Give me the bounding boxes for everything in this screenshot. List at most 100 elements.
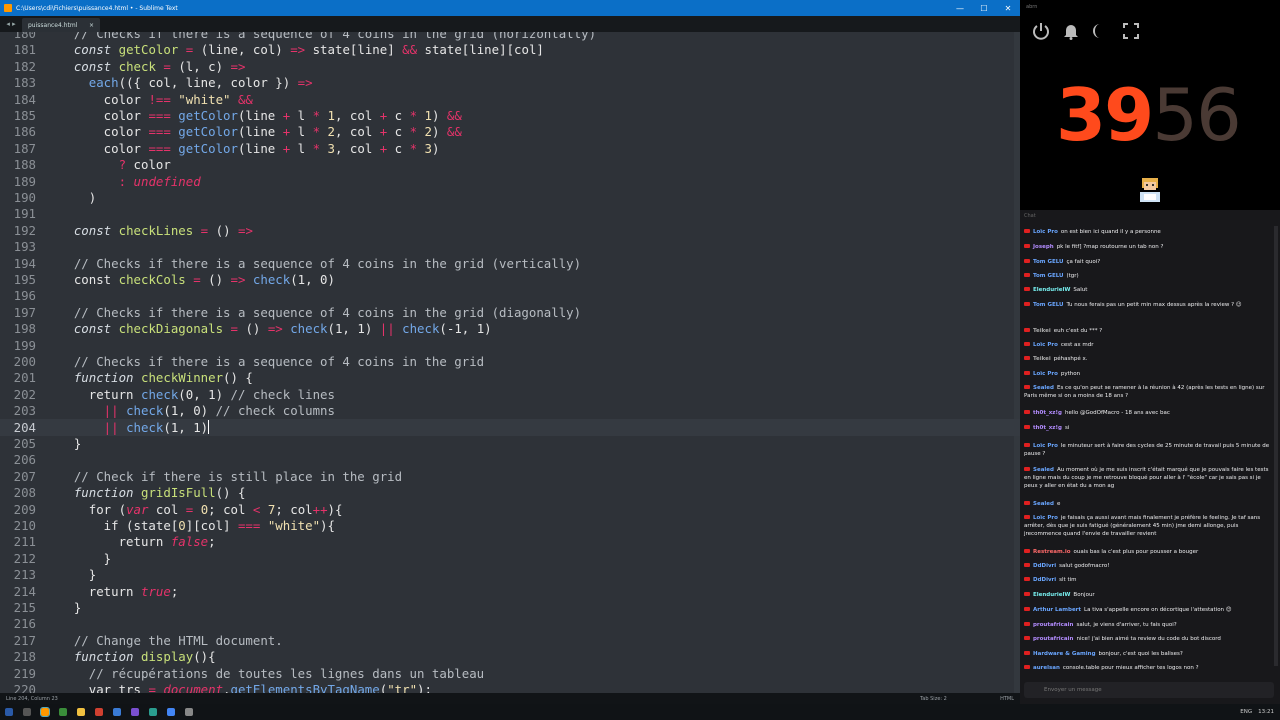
taskbar: ENG 13:21 — [0, 704, 1280, 720]
app-icon-5[interactable] — [149, 708, 157, 716]
code-line[interactable]: 184 color !== "white" && — [0, 91, 1020, 108]
code-line[interactable]: 186 color === getColor(line + l * 2, col… — [0, 123, 1020, 140]
code-line[interactable]: 218 function display(){ — [0, 648, 1020, 665]
chat-message: Sealed e — [1024, 500, 1274, 508]
code-line[interactable]: 193 — [0, 238, 1020, 255]
chat-username[interactable]: Loïc Pro — [1033, 371, 1058, 377]
code-line[interactable]: 194 // Checks if there is a sequence of … — [0, 255, 1020, 272]
clock[interactable]: 13:21 — [1258, 709, 1274, 715]
code-line[interactable]: 206 — [0, 451, 1020, 468]
code-line[interactable]: 213 } — [0, 566, 1020, 583]
chat-username[interactable]: Joseph — [1033, 244, 1054, 250]
chat-username[interactable]: proutafricain — [1033, 636, 1073, 642]
minimize-button[interactable]: — — [948, 4, 972, 13]
bell-icon[interactable] — [1062, 22, 1080, 40]
code-line[interactable]: 210 if (state[0][col] === "white"){ — [0, 517, 1020, 534]
chat-username[interactable]: Tom GELU — [1033, 273, 1064, 279]
code-token: ){ — [327, 501, 343, 517]
code-line[interactable]: 203 || check(1, 0) // check columns — [0, 402, 1020, 419]
code-line[interactable]: 188 ? color — [0, 156, 1020, 173]
app-icon-6[interactable] — [185, 708, 193, 716]
code-line[interactable]: 205 } — [0, 435, 1020, 452]
code-line[interactable]: 192 const checkLines = () => — [0, 222, 1020, 239]
code-line[interactable]: 191 — [0, 205, 1020, 222]
code-line[interactable]: 199 — [0, 337, 1020, 354]
code-line[interactable]: 215 } — [0, 599, 1020, 616]
code-line[interactable]: 185 color === getColor(line + l * 1, col… — [0, 107, 1020, 124]
code-line[interactable]: 214 return true; — [0, 583, 1020, 600]
chat-username[interactable]: Tom GELU — [1033, 302, 1064, 308]
code-line[interactable]: 182 const check = (l, c) => — [0, 58, 1020, 75]
code-line[interactable]: 201 function checkWinner() { — [0, 369, 1020, 386]
code-line[interactable]: 196 — [0, 287, 1020, 304]
chat-username[interactable]: Loïc Pro — [1033, 342, 1058, 348]
code-line[interactable]: 212 } — [0, 550, 1020, 567]
code-line[interactable]: 204 || check(1, 1) — [0, 418, 1020, 436]
chat-username[interactable]: DdDivri — [1033, 577, 1056, 583]
chat-username[interactable]: Tom GELU — [1033, 259, 1064, 265]
app-icon-3[interactable] — [113, 708, 121, 716]
sublime-taskbar-icon[interactable] — [40, 707, 50, 717]
line-number: 212 — [13, 550, 36, 566]
code-line[interactable]: 209 for (var col = 0; col < 7; col++){ — [0, 501, 1020, 518]
folder-icon[interactable] — [77, 708, 85, 716]
chat-username[interactable]: Teikei — [1033, 328, 1051, 334]
code-line[interactable]: 189 : undefined — [0, 173, 1020, 190]
tab-size[interactable]: Tab Size: 2 — [920, 696, 1000, 702]
chat-username[interactable]: ElendurielW — [1033, 287, 1070, 293]
code-line[interactable]: 181 const getColor = (line, col) => stat… — [0, 41, 1020, 58]
power-icon[interactable] — [1032, 22, 1050, 40]
chat-username[interactable]: Loïc Pro — [1033, 515, 1058, 521]
code-line[interactable]: 202 return check(0, 1) // check lines — [0, 386, 1020, 403]
chat-username[interactable]: Arthur Lambert — [1033, 607, 1081, 613]
code-editor[interactable]: 180 // Checks if there is a sequence of … — [0, 32, 1020, 693]
close-button[interactable]: ✕ — [996, 4, 1020, 13]
search-icon[interactable] — [23, 708, 31, 716]
chat-username[interactable]: th0t_xz!g — [1033, 410, 1062, 416]
syntax-mode[interactable]: HTML — [1000, 696, 1014, 702]
code-line[interactable]: 198 const checkDiagonals = () => check(1… — [0, 320, 1020, 337]
code-line[interactable]: 220 var trs = document.getElementsByTagN… — [0, 681, 1020, 693]
chat-username[interactable]: Sealed — [1033, 501, 1054, 507]
chat-username[interactable]: proutafricain — [1033, 622, 1073, 628]
tab-close-button[interactable]: × — [89, 22, 94, 29]
code-line[interactable]: 208 function gridIsFull() { — [0, 484, 1020, 501]
app-icon-4[interactable] — [131, 708, 139, 716]
code-line[interactable]: 219 // récupérations de toutes les ligne… — [0, 665, 1020, 682]
chat-username[interactable]: Sealed — [1033, 385, 1054, 391]
code-line[interactable]: 216 — [0, 615, 1020, 632]
code-line[interactable]: 211 return false; — [0, 533, 1020, 550]
windows-start-icon[interactable] — [5, 708, 13, 716]
chat-username[interactable]: ElendurielW — [1033, 592, 1070, 598]
tab-scroll-arrows[interactable]: ◂ ▸ — [0, 16, 22, 32]
code-line[interactable]: 200 // Checks if there is a sequence of … — [0, 353, 1020, 370]
chat-text: slt tim — [1059, 577, 1077, 583]
code-line[interactable]: 195 const checkCols = () => check(1, 0) — [0, 271, 1020, 288]
chat-username[interactable]: Hardware & Gaming — [1033, 651, 1096, 657]
platform-badge-icon — [1024, 515, 1030, 519]
chat-username[interactable]: Teikei — [1033, 356, 1051, 362]
maximize-button[interactable]: ☐ — [972, 4, 996, 13]
language-indicator[interactable]: ENG — [1240, 709, 1252, 715]
app-icon-2[interactable] — [95, 708, 103, 716]
chat-username[interactable]: aurelsan — [1033, 665, 1060, 671]
tab-puissance4[interactable]: puissance4.html × — [22, 18, 100, 32]
code-line[interactable]: 190 ) — [0, 189, 1020, 206]
chrome-icon[interactable] — [167, 708, 175, 716]
chat-username[interactable]: Loïc Pro — [1033, 229, 1058, 235]
code-line[interactable]: 183 each(({ col, line, color }) => — [0, 74, 1020, 91]
moon-icon[interactable] — [1092, 22, 1110, 40]
chat-username[interactable]: Loïc Pro — [1033, 443, 1058, 449]
code-line[interactable]: 187 color === getColor(line + l * 3, col… — [0, 140, 1020, 157]
app-icon-1[interactable] — [59, 708, 67, 716]
chat-username[interactable]: DdDivri — [1033, 563, 1056, 569]
chat-username[interactable]: Restream.io — [1033, 549, 1071, 555]
chat-username[interactable]: Sealed — [1033, 467, 1054, 473]
chat-input[interactable]: Envoyer un message — [1024, 682, 1274, 698]
fullscreen-icon[interactable] — [1122, 22, 1140, 40]
code-line[interactable]: 197 // Checks if there is a sequence of … — [0, 304, 1020, 321]
chat-scrollbar[interactable] — [1274, 226, 1278, 666]
chat-username[interactable]: th0t_xz!g — [1033, 425, 1062, 431]
code-line[interactable]: 217 // Change the HTML document. — [0, 632, 1020, 649]
code-line[interactable]: 207 // Check if there is still place in … — [0, 468, 1020, 485]
